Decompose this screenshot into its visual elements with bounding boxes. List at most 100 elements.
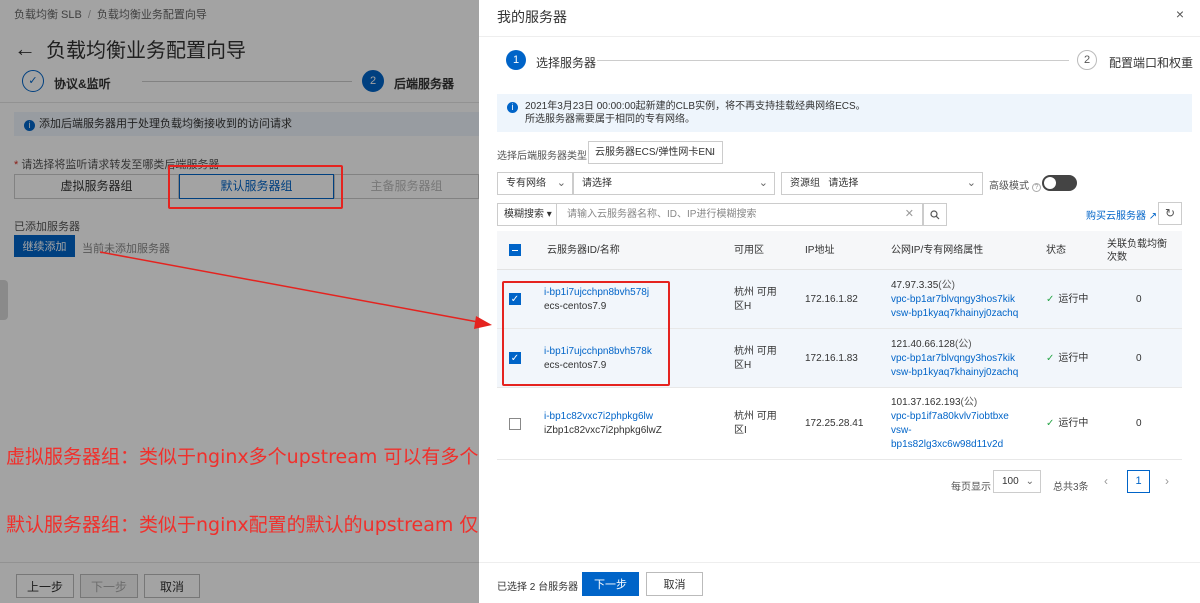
resource-group-placeholder: 请选择 — [828, 178, 859, 189]
page-number-current[interactable]: 1 — [1127, 470, 1150, 493]
lb-count: 0 — [1136, 418, 1142, 429]
ip-text: 172.16.1.82 — [805, 293, 858, 305]
wizard-step-1-number: 1 — [506, 50, 526, 70]
per-page-value: 100 — [1002, 476, 1019, 487]
chevron-down-icon: ⌄ — [707, 147, 716, 158]
instance-id-link[interactable]: i-bp1c82vxc7i2phpkg6lw — [544, 410, 662, 424]
notice-line-1: 2021年3月23日 00:00:00起新建的CLB实例，将不再支持挂载经典网络… — [525, 101, 866, 112]
info-icon: i — [507, 102, 518, 113]
col-status: 状态 — [1046, 245, 1066, 256]
dialog-next-button[interactable]: 下一步 — [582, 572, 639, 596]
chevron-down-icon: ⌄ — [1025, 476, 1034, 487]
instance-name: iZbp1c82vxc7i2phpkg6lwZ — [544, 425, 662, 436]
notice-banner: i 2021年3月23日 00:00:00起新建的CLB实例，将不再支持挂载经典… — [497, 94, 1192, 132]
col-zone: 可用区 — [734, 245, 764, 256]
per-page-label: 每页显示 — [951, 482, 991, 493]
notice-line-2: 所选服务器需要属于相同的专有网络。 — [525, 114, 695, 125]
buy-ecs-text: 购买云服务器 — [1086, 211, 1146, 222]
public-ip-value: 121.40.66.128 — [891, 338, 955, 350]
wizard-connector — [597, 60, 1069, 61]
toggle-knob — [1044, 177, 1056, 189]
per-page-select[interactable]: 100 ⌄ — [993, 470, 1041, 493]
chevron-left-icon[interactable]: ‹ — [1104, 474, 1108, 488]
annotation-text-default-group: 默认服务器组：类似于nginx配置的默认的upstream 仅1个 — [6, 514, 510, 536]
dialog-header-divider — [479, 36, 1200, 37]
select-all-checkbox[interactable] — [509, 244, 521, 256]
search-mode-select[interactable]: 模糊搜索 ▾ — [497, 203, 557, 226]
zone-text: 杭州 可用区I — [734, 411, 777, 436]
chevron-down-icon: ⌄ — [966, 177, 976, 189]
switch-placeholder: 请选择 — [582, 178, 612, 189]
table-header: 云服务器ID/名称 可用区 IP地址 公网IP/专有网络属性 状态 关联负载均衡… — [497, 231, 1182, 270]
ip-text: 172.25.28.41 — [805, 418, 864, 429]
vpc-link[interactable]: vpc-bp1ar7blvqngy3hos7kik — [891, 352, 1018, 366]
check-icon: ✓ — [1046, 293, 1055, 305]
vsw-link[interactable]: vsw-bp1kyaq7khainyj0zachq — [891, 307, 1018, 321]
lb-count: 0 — [1136, 293, 1142, 305]
search-mode-value: 模糊搜索 — [504, 209, 544, 220]
annotation-text-virtual-group: 虚拟服务器组：类似于nginx多个upstream 可以有多个 — [6, 446, 479, 468]
search-placeholder: 请输入云服务器名称、ID、IP进行模糊搜索 — [567, 209, 757, 220]
server-type-select[interactable]: 云服务器ECS/弹性网卡ENI ⌄ — [588, 141, 723, 164]
check-icon: ✓ — [1046, 352, 1055, 364]
search-input[interactable]: 请输入云服务器名称、ID、IP进行模糊搜索 ✕ — [557, 203, 923, 226]
annotation-box-selected-rows — [502, 281, 670, 386]
public-ip-text: 121.40.66.128(公) — [891, 338, 1018, 352]
buy-ecs-link[interactable]: 购买云服务器 ↗ — [1086, 207, 1157, 222]
vsw-link-suffix[interactable]: bp1s82lg3xc6w98d11v2d — [891, 438, 1009, 452]
clear-icon[interactable]: ✕ — [905, 204, 914, 225]
vpc-select[interactable]: 专有网络 ⌄ — [497, 172, 573, 195]
col-lb-count: 关联负载均衡次数 — [1107, 238, 1167, 263]
dialog-footer-divider — [479, 562, 1200, 563]
selected-count: 已选择 2 台服务器 — [497, 582, 579, 593]
status-badge: ✓ 运行中 — [1046, 293, 1088, 307]
advanced-mode-text: 高级模式 — [989, 181, 1029, 192]
resource-group-select[interactable]: 资源组 请选择 ⌄ — [781, 172, 983, 195]
dialog-cancel-button[interactable]: 取消 — [646, 572, 703, 596]
public-ip-text: 101.37.162.193(公) — [891, 396, 1009, 410]
search-icon[interactable] — [923, 203, 947, 226]
wizard-step-2-label: 配置端口和权重 — [1109, 56, 1194, 70]
close-icon[interactable]: × — [1176, 6, 1184, 22]
lb-count: 0 — [1136, 352, 1142, 364]
server-type-value: 云服务器ECS/弹性网卡ENI — [595, 147, 716, 158]
caret-down-icon: ▾ — [546, 209, 552, 220]
total-count: 总共3条 — [1053, 482, 1089, 493]
wizard-step-2-number: 2 — [1077, 50, 1097, 70]
public-ip-value: 101.37.162.193 — [891, 397, 961, 408]
advanced-mode-toggle[interactable] — [1042, 175, 1077, 191]
vsw-link[interactable]: vsw-bp1kyaq7khainyj0zachq — [891, 366, 1018, 380]
background-page: 负载均衡 SLB / 负载均衡业务配置向导 ← 负载均衡业务配置向导 ✓ 协议&监听… — [0, 0, 509, 603]
status-text: 运行中 — [1058, 352, 1089, 364]
wizard-step-1-label: 选择服务器 — [536, 56, 597, 70]
vpc-select-value: 专有网络 — [506, 178, 546, 189]
switch-select[interactable]: 请选择 ⌄ — [573, 172, 775, 195]
public-ip-tag: (公) — [954, 338, 972, 350]
external-link-icon: ↗ — [1148, 211, 1158, 222]
chevron-right-icon[interactable]: › — [1165, 474, 1169, 488]
table-row[interactable]: i-bp1c82vxc7i2phpkg6lw iZbp1c82vxc7i2phpk… — [497, 388, 1182, 460]
chevron-down-icon: ⌄ — [556, 177, 566, 189]
zone-text: 杭州 可用区H — [734, 286, 777, 312]
help-icon[interactable]: ? — [1032, 183, 1041, 192]
public-ip-text: 47.97.3.35(公) — [891, 279, 1018, 293]
check-icon: ✓ — [1046, 418, 1055, 429]
public-ip-value: 47.97.3.35 — [891, 279, 939, 291]
col-instance: 云服务器ID/名称 — [547, 245, 620, 256]
ip-text: 172.16.1.83 — [805, 352, 858, 364]
vpc-link[interactable]: vpc-bp1if7a80kvlv7iobtbxe — [891, 410, 1009, 424]
public-ip-tag: (公) — [960, 397, 978, 408]
row-checkbox[interactable] — [509, 418, 521, 430]
zone-text: 杭州 可用区H — [734, 345, 777, 371]
status-badge: ✓ 运行中 — [1046, 417, 1088, 431]
resource-group-label: 资源组 — [790, 178, 820, 189]
status-badge: ✓ 运行中 — [1046, 352, 1088, 366]
public-ip-tag: (公) — [938, 279, 955, 291]
chevron-down-icon: ⌄ — [758, 177, 768, 189]
server-type-label: 选择后端服务器类型 — [497, 151, 587, 162]
vpc-link[interactable]: vpc-bp1ar7blvqngy3hos7kik — [891, 293, 1018, 307]
status-text: 运行中 — [1058, 418, 1089, 429]
refresh-icon[interactable]: ↻ — [1158, 202, 1182, 225]
vsw-link-prefix[interactable]: vsw- — [891, 424, 1009, 438]
annotation-box-default-group — [168, 165, 343, 209]
